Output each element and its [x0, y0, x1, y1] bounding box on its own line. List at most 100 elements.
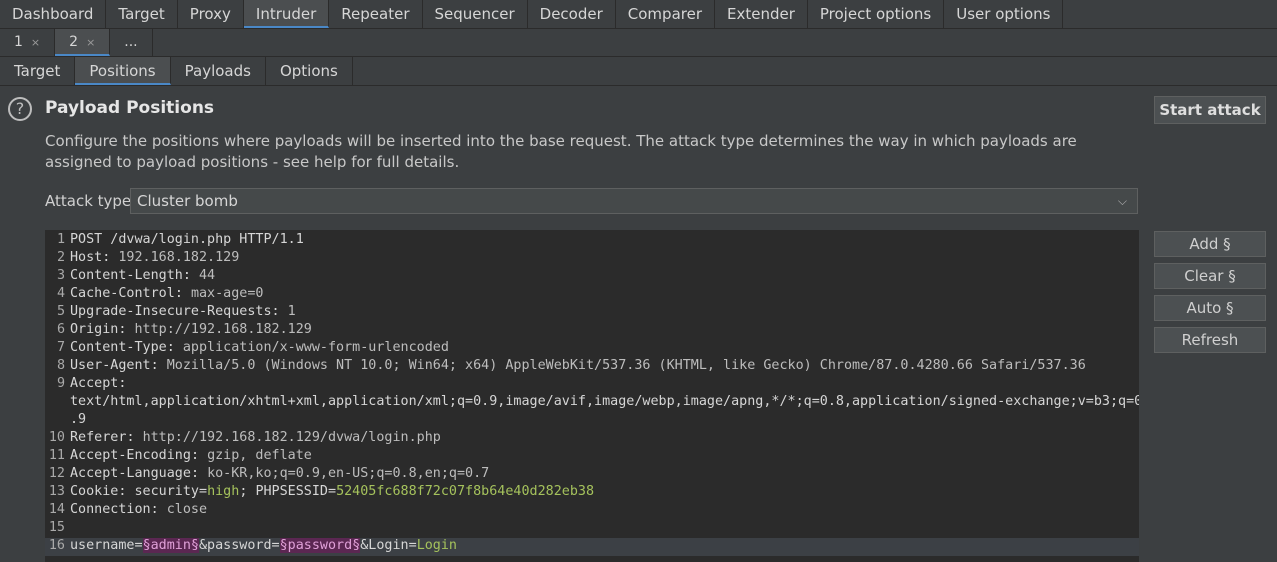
tab-intruder[interactable]: Intruder	[243, 0, 330, 28]
request-line: Cache-Control: max-age=0	[70, 286, 264, 301]
cookie-part: =	[199, 484, 208, 499]
attack-tab-label: 2	[69, 34, 79, 50]
header-name: User-Agent	[70, 358, 151, 373]
header-name: Content-Length	[70, 268, 183, 283]
header-name: Accept	[70, 376, 119, 391]
request-line: Host: 192.168.182.129	[70, 250, 239, 265]
line-number: 2	[56, 250, 65, 265]
payload-position-marker: §admin§	[142, 538, 199, 553]
tab-payloads[interactable]: Payloads	[171, 57, 266, 85]
cookie-part: ;	[239, 484, 256, 499]
tab-comparer[interactable]: Comparer	[616, 0, 715, 28]
line-number: 16	[48, 538, 65, 553]
request-line: text/html,application/xhtml+xml,applicat…	[70, 394, 1139, 409]
tab-repeater[interactable]: Repeater	[329, 0, 423, 28]
tab-target[interactable]: Target	[106, 0, 178, 28]
header-separator: :	[118, 322, 135, 337]
attack-type-label: Attack type:	[45, 192, 137, 210]
header-separator: :	[150, 502, 167, 517]
line-number: 11	[48, 448, 65, 463]
cookie-part: =	[328, 484, 337, 499]
header-name: Accept-Language	[70, 466, 191, 481]
top-tab-bar: Dashboard Target Proxy Intruder Repeater Sequ…	[0, 0, 1277, 29]
request-line: Accept-Language: ko-KR,ko;q=0.9,en-US;q=…	[70, 466, 489, 481]
line-number: 4	[56, 286, 65, 301]
header-name: Host	[70, 250, 103, 265]
request-line: Origin: http://192.168.182.129	[70, 322, 312, 337]
line-number: 9	[56, 376, 65, 391]
request-line: Upgrade-Insecure-Requests: 1	[70, 304, 296, 319]
header-separator: :	[190, 466, 208, 481]
tab-positions[interactable]: Positions	[75, 57, 171, 85]
header-separator: :	[271, 304, 288, 319]
refresh-button[interactable]: Refresh	[1154, 327, 1266, 353]
intruder-sub-tabs: Target Positions Payloads Options	[0, 57, 1277, 86]
line-number: 5	[56, 304, 65, 319]
line-number: 3	[56, 268, 65, 283]
header-name: Cache-Control	[70, 286, 175, 301]
tab-decoder[interactable]: Decoder	[528, 0, 616, 28]
request-line: Accept:	[70, 376, 126, 391]
tab-user-options[interactable]: User options	[944, 0, 1064, 28]
body-part: &Login=	[360, 538, 417, 553]
header-value: max-age=0	[190, 286, 264, 301]
request-line: Connection: close	[70, 502, 207, 517]
cookie-part: Cookie	[70, 484, 119, 499]
cookie-part: security	[134, 484, 200, 499]
close-icon[interactable]: ×	[31, 36, 40, 49]
request-line: Content-Type: application/x-www-form-url…	[70, 340, 449, 355]
line-number: 12	[48, 466, 65, 481]
line-number: 10	[48, 430, 65, 445]
section-description: Configure the positions where payloads w…	[45, 132, 1077, 171]
header-separator: :	[174, 286, 191, 301]
header-value: 192.168.182.129	[118, 250, 240, 265]
request-line: Cookie: security=high; PHPSESSID=52405fc…	[70, 484, 594, 499]
payload-position-marker: §password§	[279, 538, 361, 553]
request-line: username=§admin§&password=§password§&Log…	[70, 538, 457, 553]
header-separator: :	[102, 250, 119, 265]
tab-extender[interactable]: Extender	[715, 0, 808, 28]
tab-dashboard[interactable]: Dashboard	[0, 0, 107, 28]
request-line: Accept-Encoding: gzip, deflate	[70, 448, 312, 463]
request-line: .9	[70, 412, 87, 427]
header-value: application/x-www-form-urlencoded	[182, 340, 449, 355]
header-name: Upgrade-Insecure-Requests	[70, 304, 272, 319]
auto-markers-button[interactable]: Auto §	[1154, 295, 1266, 321]
attack-tab-2[interactable]: 2 ×	[55, 29, 111, 56]
tab-project-options[interactable]: Project options	[808, 0, 945, 28]
intruder-attack-tabs: 1 × 2 ×...	[0, 29, 1277, 57]
attack-tab-3[interactable]: ...	[110, 29, 153, 56]
header-separator: :	[150, 358, 167, 373]
help-icon[interactable]: ?	[8, 97, 32, 121]
section-title: Payload Positions	[45, 98, 215, 118]
cookie-part: high	[207, 484, 240, 499]
start-attack-button[interactable]: Start attack	[1154, 96, 1266, 124]
tab-sequencer[interactable]: Sequencer	[423, 0, 528, 28]
request-editor[interactable]: 1 POST /dvwa/login.php HTTP/1.1 2 Host: 192…	[45, 230, 1139, 562]
cookie-part: 52405fc688f72c07f8b64e40d282eb38	[336, 484, 595, 499]
clear-markers-button[interactable]: Clear §	[1154, 263, 1266, 289]
request-line: POST /dvwa/login.php HTTP/1.1	[70, 232, 304, 247]
cookie-part: PHPSESSID	[255, 484, 328, 499]
header-name: Referer	[70, 430, 127, 445]
request-line: User-Agent: Mozilla/5.0 (Windows NT 10.0…	[70, 358, 1086, 373]
body-part: &password=	[199, 538, 280, 553]
header-value: gzip, deflate	[207, 448, 312, 463]
line-number: 15	[48, 520, 65, 535]
tab-proxy[interactable]: Proxy	[178, 0, 244, 28]
header-name: Origin	[70, 322, 119, 337]
header-name: Accept-Encoding	[70, 448, 191, 463]
tab-options[interactable]: Options	[266, 57, 353, 85]
attack-tab-label: 1	[14, 34, 23, 50]
cookie-part: :	[118, 484, 135, 499]
header-separator: :	[118, 376, 127, 391]
attack-tab-label: ...	[124, 34, 138, 50]
tab-target[interactable]: Target	[0, 57, 76, 85]
line-number: 8	[56, 358, 65, 373]
attack-tab-1[interactable]: 1 ×	[0, 29, 56, 56]
add-marker-button[interactable]: Add §	[1154, 231, 1266, 257]
header-name: Connection	[70, 502, 151, 517]
request-line: Content-Length: 44	[70, 268, 215, 283]
close-icon[interactable]: ×	[86, 36, 95, 49]
attack-type-select[interactable]: Cluster bomb ⌵	[130, 188, 1138, 214]
